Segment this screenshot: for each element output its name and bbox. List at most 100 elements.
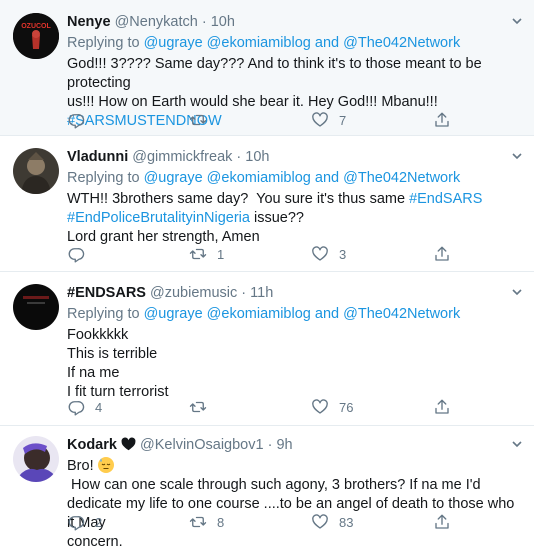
handle[interactable]: @zubiemusic	[150, 285, 237, 301]
tweet-line: Lord grant her strength, Amen	[67, 229, 260, 245]
display-name[interactable]: #ENDSARS	[67, 285, 146, 301]
mention-link[interactable]: @The042Network	[343, 306, 460, 322]
heart-icon	[312, 399, 328, 414]
separator-dot: ·	[241, 285, 247, 301]
mention-and[interactable]: and	[315, 170, 339, 186]
tweet-2[interactable]: Vladunni @gimmickfreak · 10h Replying to…	[0, 136, 534, 272]
replying-to: Replying to @ugraye @ekomiamiblog and @T…	[67, 169, 520, 188]
separator-dot: ·	[267, 437, 273, 453]
hashtag-link[interactable]: #EndSARS	[409, 191, 482, 207]
display-name[interactable]: Nenye	[67, 14, 111, 30]
tweet-text: God!!! 3???? Same day??? And to think it…	[67, 55, 520, 131]
handle[interactable]: @gimmickfreak	[132, 149, 232, 165]
share-button[interactable]	[433, 397, 451, 417]
mention-link[interactable]: @ekomiamiblog	[207, 170, 311, 186]
replying-prefix: Replying to	[67, 306, 140, 322]
mention-link[interactable]: @ugraye	[144, 35, 203, 51]
like-button[interactable]: 7	[311, 110, 346, 130]
like-count: 83	[339, 514, 354, 530]
retweet-button[interactable]	[189, 110, 217, 130]
reply-button[interactable]	[67, 244, 95, 264]
share-button[interactable]	[433, 244, 451, 264]
display-name[interactable]: Kodark	[67, 437, 117, 453]
tweet-header: #ENDSARS @zubiemusic · 11h	[67, 284, 520, 303]
separator-dot: ·	[201, 14, 207, 30]
timestamp[interactable]: 10h	[211, 14, 235, 30]
like-button[interactable]: 83	[311, 512, 353, 532]
chevron-down-icon[interactable]	[510, 14, 524, 28]
mention-and[interactable]: and	[315, 306, 339, 322]
avatar[interactable]	[13, 436, 59, 482]
reply-count: 4	[95, 399, 103, 415]
tweet-line: Bro!	[67, 458, 98, 474]
tweet-text: Fookkkkk This is terrible If na me I fit…	[67, 326, 520, 402]
like-count: 76	[339, 399, 354, 415]
reply-icon	[68, 248, 85, 263]
share-icon	[435, 399, 449, 414]
like-button[interactable]: 76	[311, 397, 353, 417]
replying-to: Replying to @ugraye @ekomiamiblog and @T…	[67, 305, 520, 324]
avatar[interactable]: OZUCOL	[13, 13, 59, 59]
tweet-header: Nenye @Nenykatch · 10h	[67, 13, 520, 32]
reply-button[interactable]: 4	[67, 397, 102, 417]
tweet-4[interactable]: Kodark @KelvinOsaigbov1 · 9h Bro! How ca…	[0, 426, 534, 550]
avatar-logo-text: OZUCOL	[21, 23, 51, 30]
avatar[interactable]	[13, 284, 59, 330]
timestamp[interactable]: 11h	[250, 285, 273, 301]
handle[interactable]: @KelvinOsaigbov1	[140, 437, 264, 453]
reply-button[interactable]: 2	[67, 512, 102, 532]
retweet-count: 8	[217, 514, 225, 530]
handle[interactable]: @Nenykatch	[115, 14, 198, 30]
tweet-header: Kodark @KelvinOsaigbov1 · 9h	[67, 436, 520, 455]
timestamp[interactable]: 9h	[276, 437, 292, 453]
retweet-icon	[189, 516, 207, 528]
mention-link[interactable]: @The042Network	[343, 170, 460, 186]
share-icon	[435, 514, 449, 529]
retweet-button[interactable]	[189, 397, 217, 417]
retweet-button[interactable]: 1	[189, 244, 224, 264]
tweet-header: Vladunni @gimmickfreak · 10h	[67, 148, 520, 167]
mention-link[interactable]: @ekomiamiblog	[207, 306, 311, 322]
tweet-line: If na me	[67, 365, 120, 381]
tweet-line: us!!! How on Earth would she bear it. He…	[67, 94, 438, 110]
tweet-3[interactable]: #ENDSARS @zubiemusic · 11h Replying to @…	[0, 272, 534, 426]
hashtag-link[interactable]: #EndPoliceBrutalityinNigeria	[67, 210, 250, 226]
share-icon	[435, 246, 449, 261]
heart-icon	[312, 246, 328, 261]
downcast-face-sweat-emoji-icon	[97, 457, 114, 473]
retweet-icon	[189, 401, 207, 413]
avatar[interactable]	[13, 148, 59, 194]
retweet-button[interactable]: 8	[189, 512, 224, 532]
black-heart-emoji-icon	[121, 437, 136, 451]
reply-button[interactable]	[67, 110, 95, 130]
tweet-line: Fookkkkk	[67, 327, 129, 343]
like-button[interactable]: 3	[311, 244, 346, 264]
replying-prefix: Replying to	[67, 170, 140, 186]
chevron-down-icon[interactable]	[510, 437, 524, 451]
replying-prefix: Replying to	[67, 35, 140, 51]
like-count: 7	[339, 112, 347, 128]
mention-link[interactable]: @ekomiamiblog	[207, 35, 311, 51]
share-button[interactable]	[433, 110, 451, 130]
timestamp[interactable]: 10h	[245, 149, 269, 165]
share-button[interactable]	[433, 512, 451, 532]
mention-and[interactable]: and	[315, 35, 339, 51]
mention-link[interactable]: @ugraye	[144, 306, 203, 322]
replying-to: Replying to @ugraye @ekomiamiblog and @T…	[67, 34, 520, 53]
mention-link[interactable]: @ugraye	[144, 170, 203, 186]
tweet-line: dedicate my life to one course ....to be…	[67, 496, 515, 531]
tweet-line: issue??	[249, 210, 304, 226]
display-name[interactable]: Vladunni	[67, 149, 128, 165]
tweet-line: God!!! 3???? Same day??? And to think it…	[67, 56, 482, 91]
retweet-icon	[189, 114, 207, 126]
tweet-line: This is terrible	[67, 346, 158, 362]
chevron-down-icon[interactable]	[510, 149, 524, 163]
separator-dot: ·	[236, 149, 242, 165]
mention-link[interactable]: @The042Network	[343, 35, 460, 51]
reply-icon	[68, 401, 85, 416]
reply-icon	[68, 516, 85, 531]
chevron-down-icon[interactable]	[510, 285, 524, 299]
tweet-text: WTH!! 3brothers same day? You sure it's …	[67, 190, 520, 247]
heart-icon	[312, 514, 328, 529]
tweet-1[interactable]: OZUCOL Nenye @Nenykatch · 10h Replying t…	[0, 0, 534, 136]
